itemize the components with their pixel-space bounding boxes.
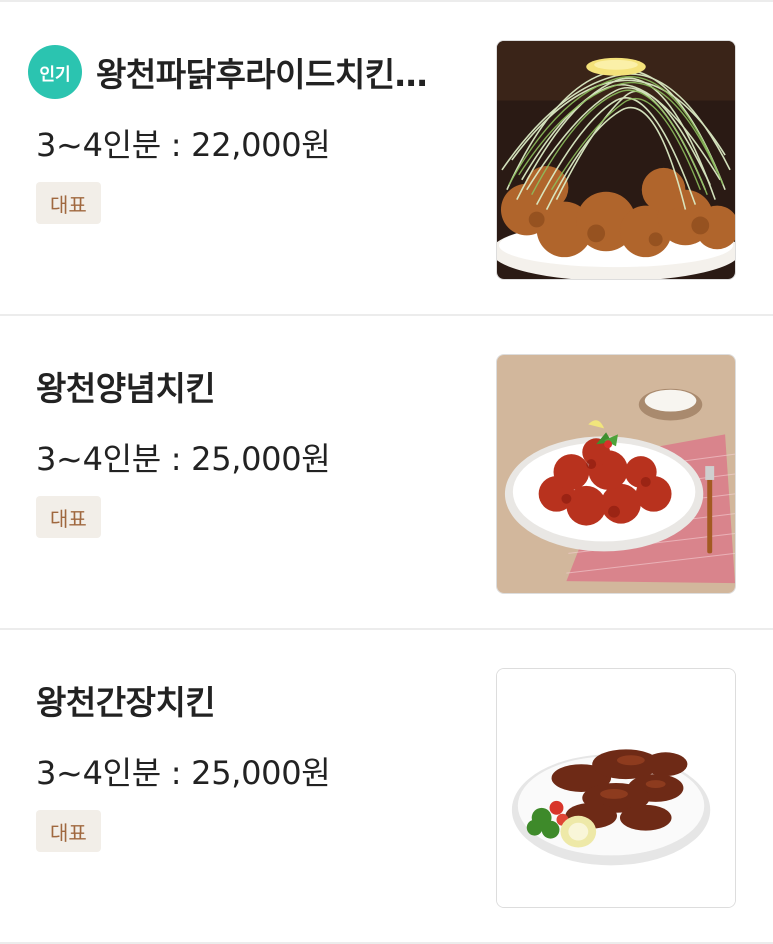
menu-item-price: 3~4인분 : 25,000원 (36, 754, 331, 792)
soy-sauce-chicken-photo[interactable] (496, 668, 736, 908)
menu-item-title-row: 인기 왕천파닭후라이드치킨… (28, 42, 478, 102)
menu-item[interactable]: 인기 왕천파닭후라이드치킨… 3~4인분 : 22,000원 대표 (0, 2, 773, 316)
seasoned-chicken-photo[interactable] (496, 354, 736, 594)
menu-item-price: 3~4인분 : 25,000원 (36, 440, 331, 478)
representative-tag: 대표 (36, 810, 101, 852)
menu-item-name: 왕천파닭후라이드치킨… (96, 55, 428, 94)
chicken-photo-illustration (497, 41, 735, 279)
menu-list: 인기 왕천파닭후라이드치킨… 3~4인분 : 22,000원 대표 왕천양념치킨… (0, 0, 773, 944)
menu-item-title-row: 왕천간장치킨 (36, 670, 486, 730)
chicken-photo-illustration (497, 669, 735, 907)
menu-item-title-row: 왕천양념치킨 (36, 356, 486, 416)
representative-tag: 대표 (36, 182, 101, 224)
menu-item-price: 3~4인분 : 22,000원 (36, 126, 331, 164)
fried-chicken-with-green-onion-photo[interactable] (496, 40, 736, 280)
menu-item[interactable]: 왕천양념치킨 3~4인분 : 25,000원 대표 (0, 316, 773, 630)
menu-item-name: 왕천양념치킨 (36, 369, 216, 408)
menu-item[interactable]: 왕천간장치킨 3~4인분 : 25,000원 대표 (0, 630, 773, 944)
popular-badge: 인기 (28, 45, 82, 99)
representative-tag: 대표 (36, 496, 101, 538)
menu-item-name: 왕천간장치킨 (36, 683, 216, 722)
chicken-photo-illustration (497, 355, 735, 593)
